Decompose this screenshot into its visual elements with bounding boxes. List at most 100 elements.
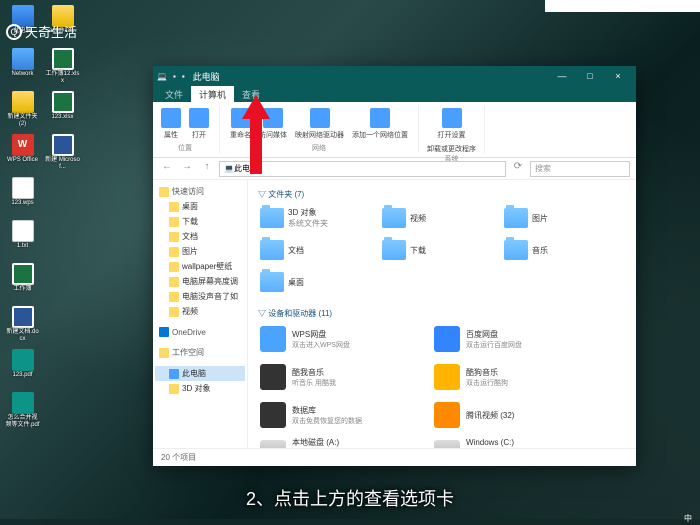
folder-icon <box>504 240 528 260</box>
folder-icon <box>159 187 169 197</box>
ribbon-label: 重命名 <box>230 130 251 140</box>
drive-item[interactable]: 酷狗音乐双击运行酷狗 <box>432 360 602 394</box>
drive-item[interactable]: 酷我音乐听音乐 用酷我 <box>258 360 428 394</box>
drive-item[interactable]: 腾讯视频 (32) <box>432 398 602 432</box>
folder-icon <box>169 217 179 227</box>
desktop-icon[interactable]: Network <box>5 48 40 88</box>
icon-label: Network <box>5 71 40 78</box>
sidebar-group-header[interactable]: OneDrive <box>155 325 245 339</box>
pc-icon <box>169 369 179 379</box>
folder-item[interactable]: 文档 <box>258 235 378 265</box>
folder-item[interactable]: 音乐 <box>502 235 622 265</box>
qat-icon[interactable]: ▪ <box>182 72 185 81</box>
ribbon-button[interactable]: 打开设置 <box>436 106 468 142</box>
refresh-button[interactable]: ⟳ <box>510 161 526 177</box>
desktop-icon[interactable]: 123.pdf <box>5 349 40 389</box>
sidebar-item[interactable]: wallpaper壁纸 <box>155 259 245 274</box>
icon-label: 怎么合并视频等文件.pdf <box>5 415 40 429</box>
language-indicator[interactable]: 中 <box>684 513 692 524</box>
folder-name: 音乐 <box>532 245 548 256</box>
drive-item[interactable]: 本地磁盘 (A:)43.2 GB 可用，共 73.0 GB <box>258 436 428 448</box>
folder-icon <box>159 348 169 358</box>
qat-icon[interactable]: ▪ <box>173 72 176 81</box>
back-button[interactable]: ← <box>159 161 175 177</box>
ribbon-button[interactable]: 添加一个网络位置 <box>350 106 410 142</box>
sidebar-item[interactable]: 电脑没声音了如 <box>155 289 245 304</box>
folder-icon <box>382 208 406 228</box>
ribbon-icon <box>310 108 330 128</box>
drive-name: 百度网盘 <box>466 329 600 340</box>
desktop-icon[interactable]: 工作簿12.xlsx <box>45 48 80 88</box>
desktop-icon[interactable]: 怎么合并视频等文件.pdf <box>5 392 40 432</box>
tab-计算机[interactable]: 计算机 <box>191 86 234 102</box>
ribbon-extra[interactable]: 卸载或更改程序 <box>427 144 476 154</box>
forward-button[interactable]: → <box>179 161 195 177</box>
desktop-icon[interactable]: 123.xlsx <box>45 91 80 131</box>
drive-item[interactable]: WPS网盘双击进入WPS网盘 <box>258 322 428 356</box>
sidebar-item[interactable]: 下载 <box>155 214 245 229</box>
desktop-icon[interactable]: 新建 Microsof... <box>45 134 80 174</box>
drive-item[interactable]: Windows (C:)73.6 GB 可用，共 237 GB <box>432 436 602 448</box>
desktop-icon[interactable]: 新建文件夹 (2) <box>5 91 40 131</box>
icon-label: 123.wps <box>5 200 40 207</box>
drive-sub: 双击运行百度网盘 <box>466 340 600 350</box>
folder-item[interactable]: 图片 <box>502 203 622 233</box>
drive-item[interactable]: 数据库双击免费恢复您的数据 <box>258 398 428 432</box>
sidebar-group-header[interactable]: 工作空间 <box>155 345 245 360</box>
sidebar-item-pc[interactable]: 此电脑 <box>155 366 245 381</box>
folder-item[interactable]: 视频 <box>380 203 500 233</box>
desktop-icon[interactable]: WWPS Office <box>5 134 40 174</box>
app-icon <box>52 134 74 156</box>
ribbon-button[interactable]: 打开 <box>187 106 211 142</box>
desktop-icon[interactable]: 123.wps <box>5 177 40 217</box>
folder-item[interactable]: 桌面 <box>258 267 378 297</box>
titlebar-quick-icons: 💻 ▪ ▪ <box>157 72 185 81</box>
minimize-button[interactable]: — <box>548 66 576 86</box>
maximize-button[interactable]: □ <box>576 66 604 86</box>
up-button[interactable]: ↑ <box>199 161 215 177</box>
titlebar[interactable]: 💻 ▪ ▪ 此电脑 — □ × <box>153 66 636 86</box>
ribbon-group: 属性打开位置 <box>159 106 220 153</box>
icon-label: 工作簿 <box>5 286 40 293</box>
ribbon-button[interactable]: 访问媒体 <box>257 106 289 142</box>
drive-icon <box>260 364 286 390</box>
ribbon-button[interactable]: 属性 <box>159 106 183 142</box>
desktop-icon[interactable]: 新建文档.docx <box>5 306 40 346</box>
tab-文件[interactable]: 文件 <box>157 86 191 102</box>
drive-name: WPS网盘 <box>292 329 426 340</box>
section-header[interactable]: ▽ 文件夹 (7) <box>258 186 626 203</box>
desktop-icon[interactable]: 1.txt <box>5 220 40 260</box>
address-bar[interactable]: 💻 此电脑 <box>219 161 506 177</box>
ribbon-button[interactable]: 重命名 <box>228 106 253 142</box>
close-button[interactable]: × <box>604 66 632 86</box>
sidebar-group-header[interactable]: 快速访问 <box>155 184 245 199</box>
folder-icon <box>260 208 284 228</box>
sidebar-item[interactable]: 图片 <box>155 244 245 259</box>
desktop-icon[interactable]: 工作簿 <box>5 263 40 303</box>
ribbon-label: 打开设置 <box>438 130 466 140</box>
search-input[interactable]: 搜索 <box>530 161 630 177</box>
drive-item[interactable]: 百度网盘双击运行百度网盘 <box>432 322 602 356</box>
sidebar-item[interactable]: 3D 对象 <box>155 381 245 396</box>
item-count: 20 个项目 <box>161 452 196 463</box>
drive-sub: 听音乐 用酷我 <box>292 378 426 388</box>
folder-icon <box>169 202 179 212</box>
sidebar-item[interactable]: 电脑屏幕亮度调 <box>155 274 245 289</box>
tab-查看[interactable]: 查看 <box>234 86 268 102</box>
folder-name: 文档 <box>288 245 304 256</box>
folder-icon <box>169 277 179 287</box>
watermark-text: 天奇生活 <box>25 22 77 41</box>
sidebar-item[interactable]: 文档 <box>155 229 245 244</box>
ribbon-button[interactable]: 映射网络驱动器 <box>293 106 346 142</box>
icon-label: 工作簿12.xlsx <box>45 71 80 85</box>
folder-item[interactable]: 下载 <box>380 235 500 265</box>
folder-icon <box>169 307 179 317</box>
app-icon: W <box>12 134 34 156</box>
sidebar-item[interactable]: 视频 <box>155 304 245 319</box>
ribbon-group-label: 网络 <box>312 143 326 153</box>
sidebar-item[interactable]: 桌面 <box>155 199 245 214</box>
folder-item[interactable]: 3D 对象系统文件夹 <box>258 203 378 233</box>
address-path: 此电脑 <box>234 163 258 174</box>
section-header[interactable]: ▽ 设备和驱动器 (11) <box>258 305 626 322</box>
taskbar[interactable] <box>0 519 700 525</box>
